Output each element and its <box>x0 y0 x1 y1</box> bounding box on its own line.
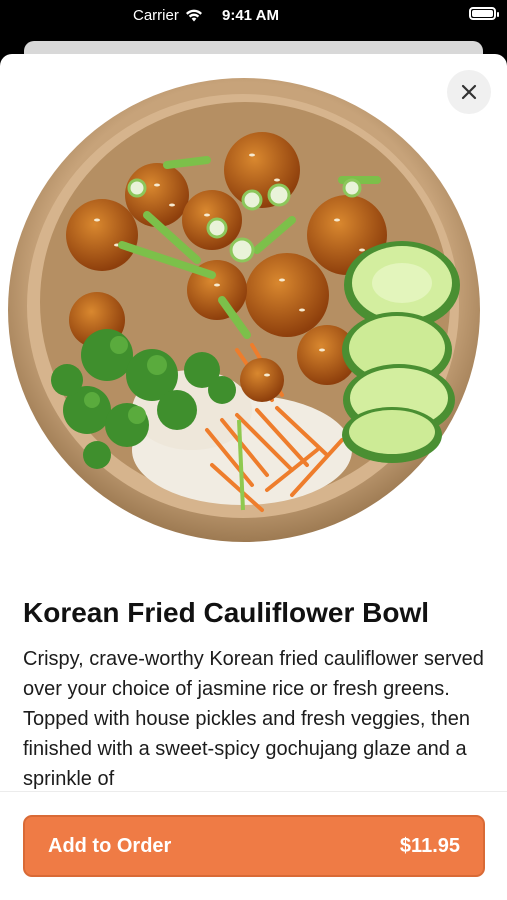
status-time: 9:41 AM <box>222 7 279 24</box>
close-icon <box>461 84 477 100</box>
add-to-order-button[interactable]: Add to Order $11.95 <box>23 815 485 877</box>
price-label: $11.95 <box>399 834 460 857</box>
wifi-icon <box>185 9 202 22</box>
battery-icon <box>469 7 499 20</box>
close-button[interactable] <box>447 70 491 114</box>
add-to-order-label: Add to Order <box>48 834 172 857</box>
item-detail-sheet: Korean Fried Cauliflower Bowl Crispy, cr… <box>0 54 507 900</box>
status-bar: Carrier 9:41 AM <box>0 0 507 34</box>
food-bowl-photo <box>8 78 480 542</box>
item-title: Korean Fried Cauliflower Bowl <box>23 597 430 628</box>
carrier-group: Carrier <box>133 7 203 24</box>
item-description: Crispy, crave-worthy Korean fried caulif… <box>23 648 484 790</box>
battery-level <box>472 10 493 17</box>
carrier-label: Carrier <box>133 7 179 24</box>
bottom-bar: Add to Order $11.95 <box>0 791 507 900</box>
